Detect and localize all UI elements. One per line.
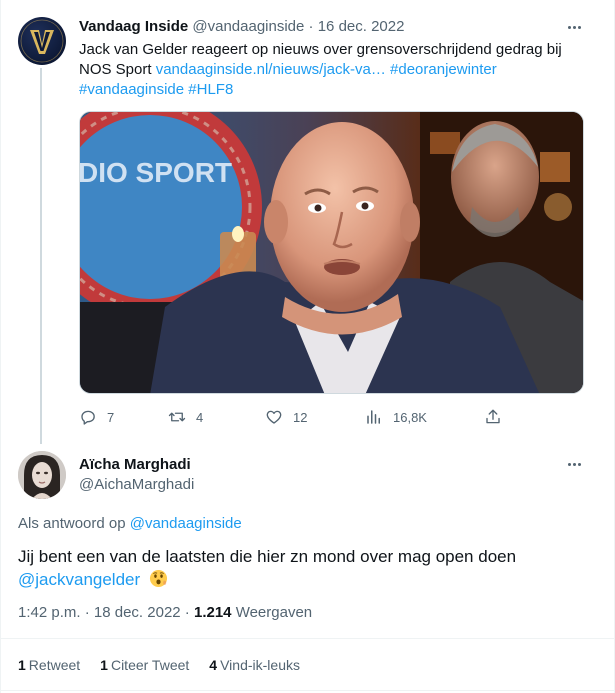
retweet-count: 4	[196, 409, 204, 425]
divider-bottom	[1, 690, 615, 691]
hashtag-vandaaginside[interactable]: #vandaaginside	[79, 81, 184, 98]
likes-label: Vind-ik-leuks	[220, 657, 300, 673]
reply-date[interactable]: 18 dec. 2022	[94, 604, 181, 621]
reply-button[interactable]: 7	[79, 406, 114, 428]
studio-sign-text: DIO SPORT	[80, 157, 232, 188]
views-button[interactable]: 16,8K	[365, 406, 427, 428]
reply-timestamp[interactable]: 1:42 p.m. · 18 dec. 2022 · 1.214 Weergav…	[18, 603, 312, 623]
tweet-media-image[interactable]: DIO SPORT	[79, 111, 584, 394]
like-icon	[266, 410, 282, 424]
share-icon	[486, 409, 500, 424]
retweets-stat[interactable]: 1 Retweet	[18, 656, 80, 674]
share-button[interactable]	[484, 406, 502, 428]
divider	[1, 638, 615, 639]
tweet-header: Vandaag Inside @vandaaginside · 16 dec. …	[79, 17, 404, 37]
article-link[interactable]: vandaaginside.nl/nieuws/jack-va…	[156, 61, 386, 78]
thread-connector-line	[40, 68, 42, 444]
replying-prefix: Als antwoord op	[18, 515, 130, 532]
reply-time[interactable]: 1:42 p.m.	[18, 604, 81, 621]
hashtag-deoranjewinter[interactable]: #deoranjewinter	[390, 61, 497, 78]
reply-more-options-button[interactable]	[562, 454, 586, 474]
replying-to: Als antwoord op @vandaaginside	[18, 514, 242, 534]
view-count: 16,8K	[393, 409, 427, 425]
reply-count: 7	[107, 409, 115, 425]
like-button[interactable]: 12	[265, 406, 307, 428]
reply-body: Jij bent een van de laatsten die hier zn…	[18, 547, 517, 566]
reply-icon	[81, 410, 95, 425]
hushed-face-emoji-icon	[149, 569, 167, 588]
reply-views-count: 1.214	[193, 604, 232, 621]
mention-jackvangelder[interactable]: @jackvangelder	[18, 570, 140, 589]
hashtag-hlf8[interactable]: #HLF8	[188, 81, 233, 98]
handle[interactable]: @vandaaginside	[192, 18, 304, 35]
more-icon	[567, 462, 571, 466]
views-icon	[367, 410, 380, 424]
tweet-date[interactable]: 16 dec. 2022	[318, 18, 405, 35]
reply-stats: 1 Retweet 1 Citeer Tweet 4 Vind-ik-leuks	[18, 656, 300, 674]
likes-stat[interactable]: 4 Vind-ik-leuks	[209, 656, 300, 674]
more-options-button[interactable]	[562, 17, 586, 37]
likes-count: 4	[209, 657, 218, 673]
tweet-thread: Vandaag Inside @vandaaginside · 16 dec. …	[0, 0, 615, 693]
avatar-aicha-marghadi[interactable]	[18, 451, 66, 499]
separator: ·	[304, 18, 318, 35]
reply-display-name[interactable]: Aïcha Marghadi	[79, 455, 191, 475]
retweet-button[interactable]: 4	[168, 406, 203, 428]
tweet-text: Jack van Gelder reageert op nieuws over …	[79, 40, 584, 100]
quotes-label: Citeer Tweet	[110, 657, 190, 673]
more-icon	[567, 25, 571, 29]
quotes-count: 1	[100, 657, 108, 673]
replying-to-handle[interactable]: @vandaaginside	[130, 515, 242, 532]
quotes-stat[interactable]: 1 Citeer Tweet	[100, 656, 189, 674]
reply-handle[interactable]: @AichaMarghadi	[79, 475, 194, 495]
reply-views-label: Weergaven	[235, 604, 313, 621]
retweets-label: Retweet	[28, 657, 81, 673]
reply-text: Jij bent een van de laatsten die hier zn…	[18, 545, 578, 591]
retweet-icon	[168, 412, 186, 422]
retweets-count: 1	[18, 657, 26, 673]
display-name[interactable]: Vandaag Inside	[79, 18, 188, 35]
avatar-vandaag-inside[interactable]	[18, 17, 66, 65]
like-count: 12	[293, 409, 308, 425]
